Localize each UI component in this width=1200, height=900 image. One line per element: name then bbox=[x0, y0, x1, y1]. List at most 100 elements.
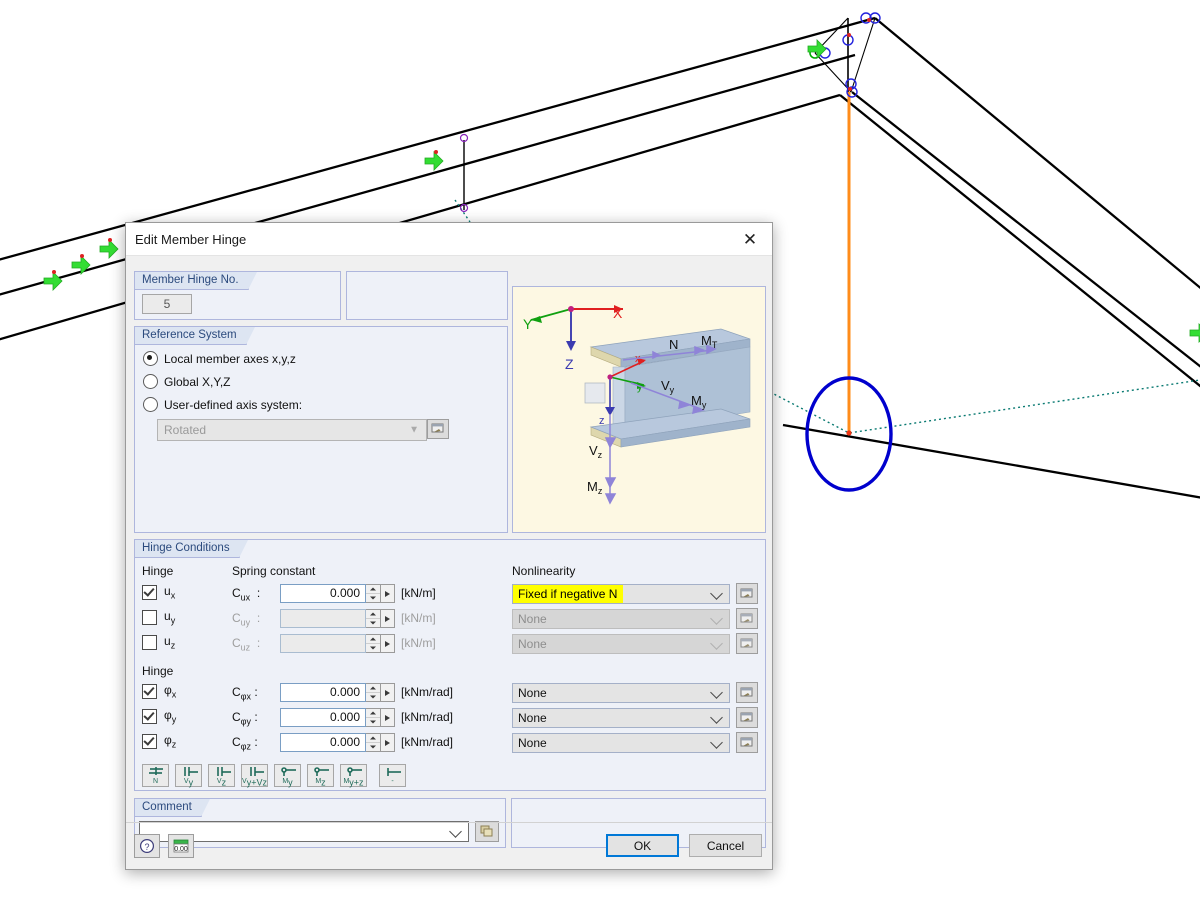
checkbox-phix[interactable] bbox=[142, 683, 157, 699]
spring-input-cphiz[interactable]: 0.000 bbox=[280, 733, 395, 752]
nonlinearity-select-phiy[interactable]: None bbox=[512, 707, 730, 728]
nonlinearity-select-phiz[interactable]: None bbox=[512, 732, 730, 753]
checkbox-uz[interactable] bbox=[142, 634, 157, 650]
radio-global-axes[interactable]: Global X,Y,Z bbox=[143, 374, 230, 389]
edit-nonlinearity-icon-ux[interactable] bbox=[736, 583, 758, 604]
edit-nonlinearity-icon-uy bbox=[736, 608, 758, 629]
edit-axis-icon[interactable] bbox=[427, 419, 449, 439]
hinge-type-my[interactable]: My bbox=[274, 764, 301, 787]
spinner-go-phix[interactable] bbox=[381, 683, 395, 702]
hinge-type-my-mz[interactable]: My+z bbox=[340, 764, 367, 787]
nonlinearity-uy: None bbox=[512, 608, 758, 629]
edit-nonlinearity-icon-phiz[interactable] bbox=[736, 732, 758, 753]
spring-input-cphiy-value[interactable]: 0.000 bbox=[280, 708, 366, 727]
nonlinearity-uz: None bbox=[512, 633, 758, 654]
nonlinearity-select-phiy-value: None bbox=[518, 710, 547, 725]
unit-cuy: [kN/m] bbox=[401, 611, 436, 625]
nonlinearity-ux[interactable]: Fixed if negative N bbox=[512, 583, 758, 604]
spring-input-cphix[interactable]: 0.000 bbox=[280, 683, 395, 702]
units-icon[interactable]: 0.00 bbox=[168, 834, 194, 858]
hinge-type-mz-label: Mz bbox=[315, 777, 326, 787]
hinge-conditions-group: Hinge Conditions Hinge Spring constant N… bbox=[134, 539, 766, 791]
chevron-down-icon bbox=[710, 611, 723, 625]
member-hinge-no-label: Member Hinge No. bbox=[135, 272, 256, 290]
radio-local-axes[interactable]: Local member axes x,y,z bbox=[143, 351, 296, 366]
chevron-down-icon: ▼ bbox=[409, 424, 419, 436]
column-header-spring-constant: Spring constant bbox=[232, 564, 316, 578]
edit-nonlinearity-icon-phix[interactable] bbox=[736, 682, 758, 703]
spring-label-cuy: Cuy : bbox=[232, 611, 261, 628]
spinner-phiy[interactable] bbox=[366, 708, 381, 727]
spring-input-cphiz-value[interactable]: 0.000 bbox=[280, 733, 366, 752]
radio-user-defined-axes[interactable]: User-defined axis system: bbox=[143, 397, 302, 412]
nonlinearity-select-uy: None bbox=[512, 608, 730, 629]
hinge-row-phiz[interactable]: φz bbox=[142, 733, 176, 749]
hinge-type-my-mz-label: My+z bbox=[343, 777, 364, 787]
unit-cphiy: [kNm/rad] bbox=[401, 710, 454, 724]
close-icon[interactable]: ✕ bbox=[728, 224, 772, 255]
spring-input-cuy bbox=[280, 609, 395, 628]
checkbox-uy[interactable] bbox=[142, 609, 157, 625]
nonlinearity-select-phix[interactable]: None bbox=[512, 682, 730, 703]
edit-nonlinearity-icon-phiy[interactable] bbox=[736, 707, 758, 728]
nonlinearity-select-ux[interactable]: Fixed if negative N bbox=[512, 583, 730, 604]
checkbox-ux[interactable] bbox=[142, 584, 157, 600]
unit-cphix: [kNm/rad] bbox=[401, 685, 454, 699]
nonlinearity-phiy[interactable]: None bbox=[512, 707, 758, 728]
axis-system-select[interactable]: Rotated ▼ bbox=[157, 419, 427, 441]
hinge-type-mz[interactable]: Mz bbox=[307, 764, 334, 787]
spinner-phiz[interactable] bbox=[366, 733, 381, 752]
nonlinearity-select-phiz-value: None bbox=[518, 735, 547, 750]
diagram-axis-Z: Z bbox=[565, 356, 574, 372]
hinge-type-n-label: N bbox=[152, 778, 159, 785]
spinner-phix[interactable] bbox=[366, 683, 381, 702]
chevron-down-icon bbox=[710, 685, 723, 699]
nonlinearity-select-uy-value: None bbox=[518, 611, 547, 626]
hinge-row-phiy[interactable]: φy bbox=[142, 708, 176, 724]
column-header-nonlinearity: Nonlinearity bbox=[512, 564, 576, 578]
reference-system-group: Reference System Local member axes x,y,z… bbox=[134, 326, 508, 533]
checkbox-phiz[interactable] bbox=[142, 733, 157, 749]
nonlinearity-select-phix-value: None bbox=[518, 685, 547, 700]
spring-input-cux[interactable]: 0.000 bbox=[280, 584, 395, 603]
spring-input-cux-value[interactable]: 0.000 bbox=[280, 584, 366, 603]
spring-input-cphiy[interactable]: 0.000 bbox=[280, 708, 395, 727]
diagram-axis-Y: Y bbox=[523, 316, 533, 332]
spinner-go-phiy[interactable] bbox=[381, 708, 395, 727]
member-hinge-no-group: Member Hinge No. 5 bbox=[134, 271, 341, 320]
hinge-row-phix[interactable]: φx bbox=[142, 683, 176, 699]
hinge-type-vz[interactable]: Vz bbox=[208, 764, 235, 787]
spinner-ux[interactable] bbox=[366, 584, 381, 603]
svg-text:?: ? bbox=[144, 842, 149, 852]
ok-button[interactable]: OK bbox=[606, 834, 679, 857]
hinge-no-side-panel bbox=[346, 271, 508, 320]
spinner-go-phiz[interactable] bbox=[381, 733, 395, 752]
diagram-axis-X: X bbox=[613, 305, 623, 321]
cancel-button[interactable]: Cancel bbox=[689, 834, 762, 857]
hinge-row-ux[interactable]: ux bbox=[142, 584, 175, 600]
hinge-row-uz[interactable]: uz bbox=[142, 634, 175, 650]
nonlinearity-phix[interactable]: None bbox=[512, 682, 758, 703]
chevron-down-icon bbox=[710, 586, 723, 600]
dialog-titlebar[interactable]: Edit Member Hinge ✕ bbox=[126, 223, 772, 256]
member-hinge-no-field[interactable]: 5 bbox=[142, 294, 192, 314]
radio-local-axes-label: Local member axes x,y,z bbox=[164, 351, 296, 366]
reference-system-label: Reference System bbox=[135, 327, 255, 345]
hinge-type-vy-label: Vy bbox=[183, 777, 194, 787]
hinge-label-phix: φx bbox=[164, 683, 177, 700]
help-icon[interactable]: ? bbox=[134, 834, 160, 858]
hinge-row-uy[interactable]: uy bbox=[142, 609, 175, 625]
spinner-go-ux[interactable] bbox=[381, 584, 395, 603]
chevron-down-icon bbox=[710, 735, 723, 749]
hinge-type-vy[interactable]: Vy bbox=[175, 764, 202, 787]
radio-user-defined-axes-icon bbox=[143, 397, 158, 412]
spring-label-cuz: Cuz : bbox=[232, 636, 261, 653]
chevron-down-icon bbox=[710, 710, 723, 724]
nonlinearity-phiz[interactable]: None bbox=[512, 732, 758, 753]
hinge-type-n[interactable]: N bbox=[142, 764, 169, 787]
hinge-type-toolbar[interactable]: N Vy Vz Vy+Vz My Mz My+z - bbox=[142, 764, 406, 787]
hinge-type-vy-vz[interactable]: Vy+Vz bbox=[241, 764, 268, 787]
spring-input-cphix-value[interactable]: 0.000 bbox=[280, 683, 366, 702]
hinge-type-none[interactable]: - bbox=[379, 764, 406, 787]
checkbox-phiy[interactable] bbox=[142, 708, 157, 724]
